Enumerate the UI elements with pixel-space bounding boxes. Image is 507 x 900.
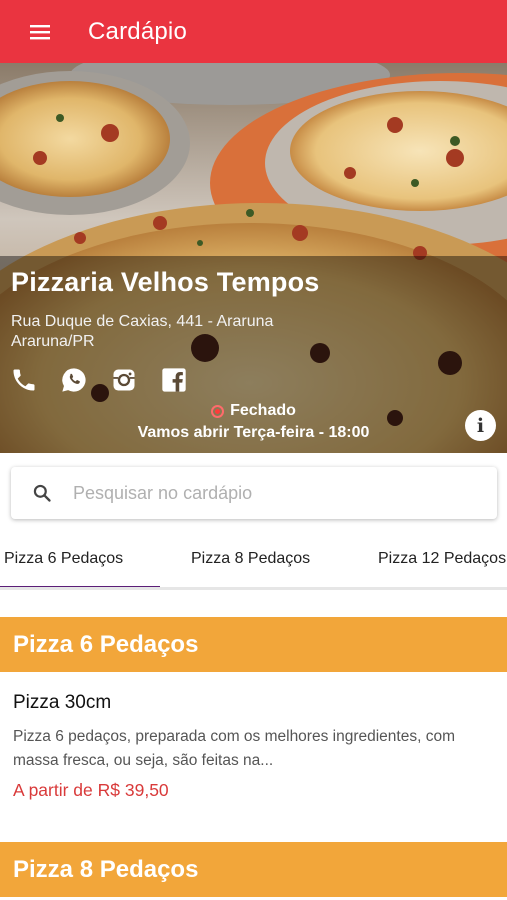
category-tabs: Pizza 6 Pedaços Pizza 8 Pedaços Pizza 12… xyxy=(0,530,507,590)
active-tab-indicator xyxy=(0,586,160,587)
search-input[interactable] xyxy=(73,482,473,504)
product-price: A partir de R$ 39,50 xyxy=(13,780,169,800)
info-icon[interactable]: i xyxy=(465,410,496,441)
tab-pizza-6-pedacos[interactable]: Pizza 6 Pedaços xyxy=(4,530,123,587)
page-title: Cardápio xyxy=(88,17,187,45)
closed-status-icon xyxy=(211,404,225,418)
facebook-icon[interactable] xyxy=(160,366,188,394)
whatsapp-icon[interactable] xyxy=(60,366,88,394)
search-icon xyxy=(11,483,73,503)
hamburger-menu-icon xyxy=(30,24,50,40)
product-name: Pizza 30cm xyxy=(13,692,112,713)
open-status: Fechado xyxy=(0,402,507,420)
product-description: Pizza 6 pedaços, preparada com os melhor… xyxy=(13,728,455,769)
menu-button[interactable] xyxy=(0,0,80,63)
status-text: Fechado xyxy=(230,402,296,419)
product-item[interactable]: Pizza 30cm Pizza 6 pedaços, preparada co… xyxy=(0,672,507,812)
tab-pizza-8-pedacos[interactable]: Pizza 8 Pedaços xyxy=(191,530,310,587)
opening-hours-text: Vamos abrir Terça-feira - 18:00 xyxy=(137,424,370,441)
restaurant-address: Rua Duque de Caxias, 441 - Araruna xyxy=(11,313,274,330)
search-bar[interactable] xyxy=(11,467,497,519)
social-links xyxy=(10,366,188,394)
restaurant-banner: Pizzaria Velhos Tempos Rua Duque de Caxi… xyxy=(0,63,507,453)
instagram-icon[interactable] xyxy=(110,366,138,394)
app-bar: Cardápio xyxy=(0,0,507,63)
section-header-pizza-6-pedacos: Pizza 6 Pedaços xyxy=(0,617,507,672)
tab-pizza-12-pedacos[interactable]: Pizza 12 Pedaços xyxy=(378,530,506,587)
restaurant-city: Araruna/PR xyxy=(11,333,95,350)
restaurant-name: Pizzaria Velhos Tempos xyxy=(11,267,320,297)
section-header-pizza-8-pedacos: Pizza 8 Pedaços xyxy=(0,842,507,897)
phone-icon[interactable] xyxy=(10,366,38,394)
